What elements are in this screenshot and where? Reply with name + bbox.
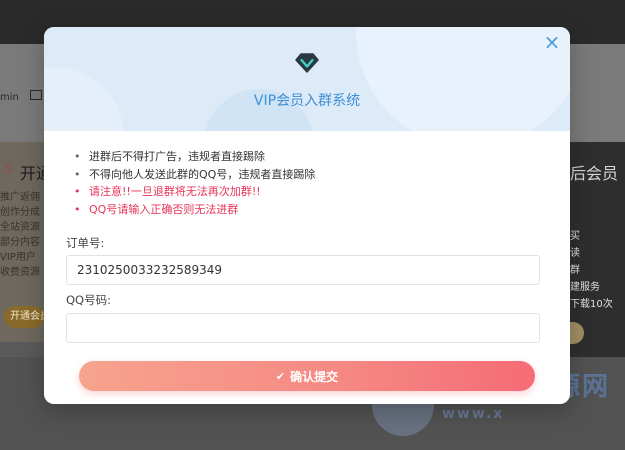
mail-icon (30, 90, 42, 100)
rule-item-warning: QQ号请输入正确否则无法进群 (74, 201, 570, 219)
bg-right-line: 下载10次 (570, 299, 613, 310)
submit-button[interactable]: ✔ 确认提交 (79, 361, 535, 391)
bg-open-vip-button: 开通会员 (4, 306, 44, 328)
submit-label: 确认提交 (290, 369, 339, 384)
vip-group-modal: × VIP会员入群系统 进群后不得打广告，违规者直接踢除 不得向他人发送此群的Q… (44, 27, 570, 404)
bg-right-line: 群 (570, 265, 580, 276)
bg-left-line: 全站资源 (0, 222, 40, 233)
bg-left-line: 收费资源 (0, 267, 40, 278)
bg-left-line: 推广返佣 (0, 192, 40, 203)
modal-header: × VIP会员入群系统 (44, 27, 570, 131)
rule-item-warning: 请注意!!一旦退群将无法再次加群!! (74, 183, 570, 201)
rules-list: 进群后不得打广告，违规者直接踢除 不得向他人发送此群的QQ号，违规者直接踢除 请… (44, 131, 570, 218)
bg-admin-text: min (0, 92, 19, 103)
bg-left-line: 创作分成 (0, 207, 40, 218)
order-number-input[interactable] (66, 255, 540, 285)
header-decoration (356, 27, 570, 131)
check-icon: ✔ (275, 369, 286, 383)
bg-right-line: 建服务 (570, 282, 600, 293)
diamond-icon (295, 53, 319, 73)
bg-left-line: VIP用户 (0, 252, 36, 263)
bg-right-line: 买 (570, 231, 580, 242)
bg-right-line: 读 (570, 248, 580, 259)
watermark-url: www.x (442, 406, 505, 422)
fire-icon: ♨ (2, 160, 15, 176)
rule-item: 进群后不得打广告，违规者直接踢除 (74, 148, 570, 166)
rule-item: 不得向他人发送此群的QQ号，违规者直接踢除 (74, 166, 570, 184)
bg-right-card-lines: 买 读 群 建服务 下载10次 (570, 228, 613, 313)
bg-left-card-lines: 推广返佣 创作分成 全站资源 部分内容 VIP用户 收费资源 (0, 190, 40, 280)
bg-left-line: 部分内容 (0, 237, 40, 248)
modal-title: VIP会员入群系统 (253, 93, 361, 109)
qq-number-label: QQ号码: (66, 293, 111, 307)
qq-number-input[interactable] (66, 313, 540, 343)
close-icon[interactable]: × (543, 32, 561, 52)
order-number-label: 订单号: (66, 236, 105, 250)
bg-right-card-title: 后会员 (570, 164, 619, 183)
